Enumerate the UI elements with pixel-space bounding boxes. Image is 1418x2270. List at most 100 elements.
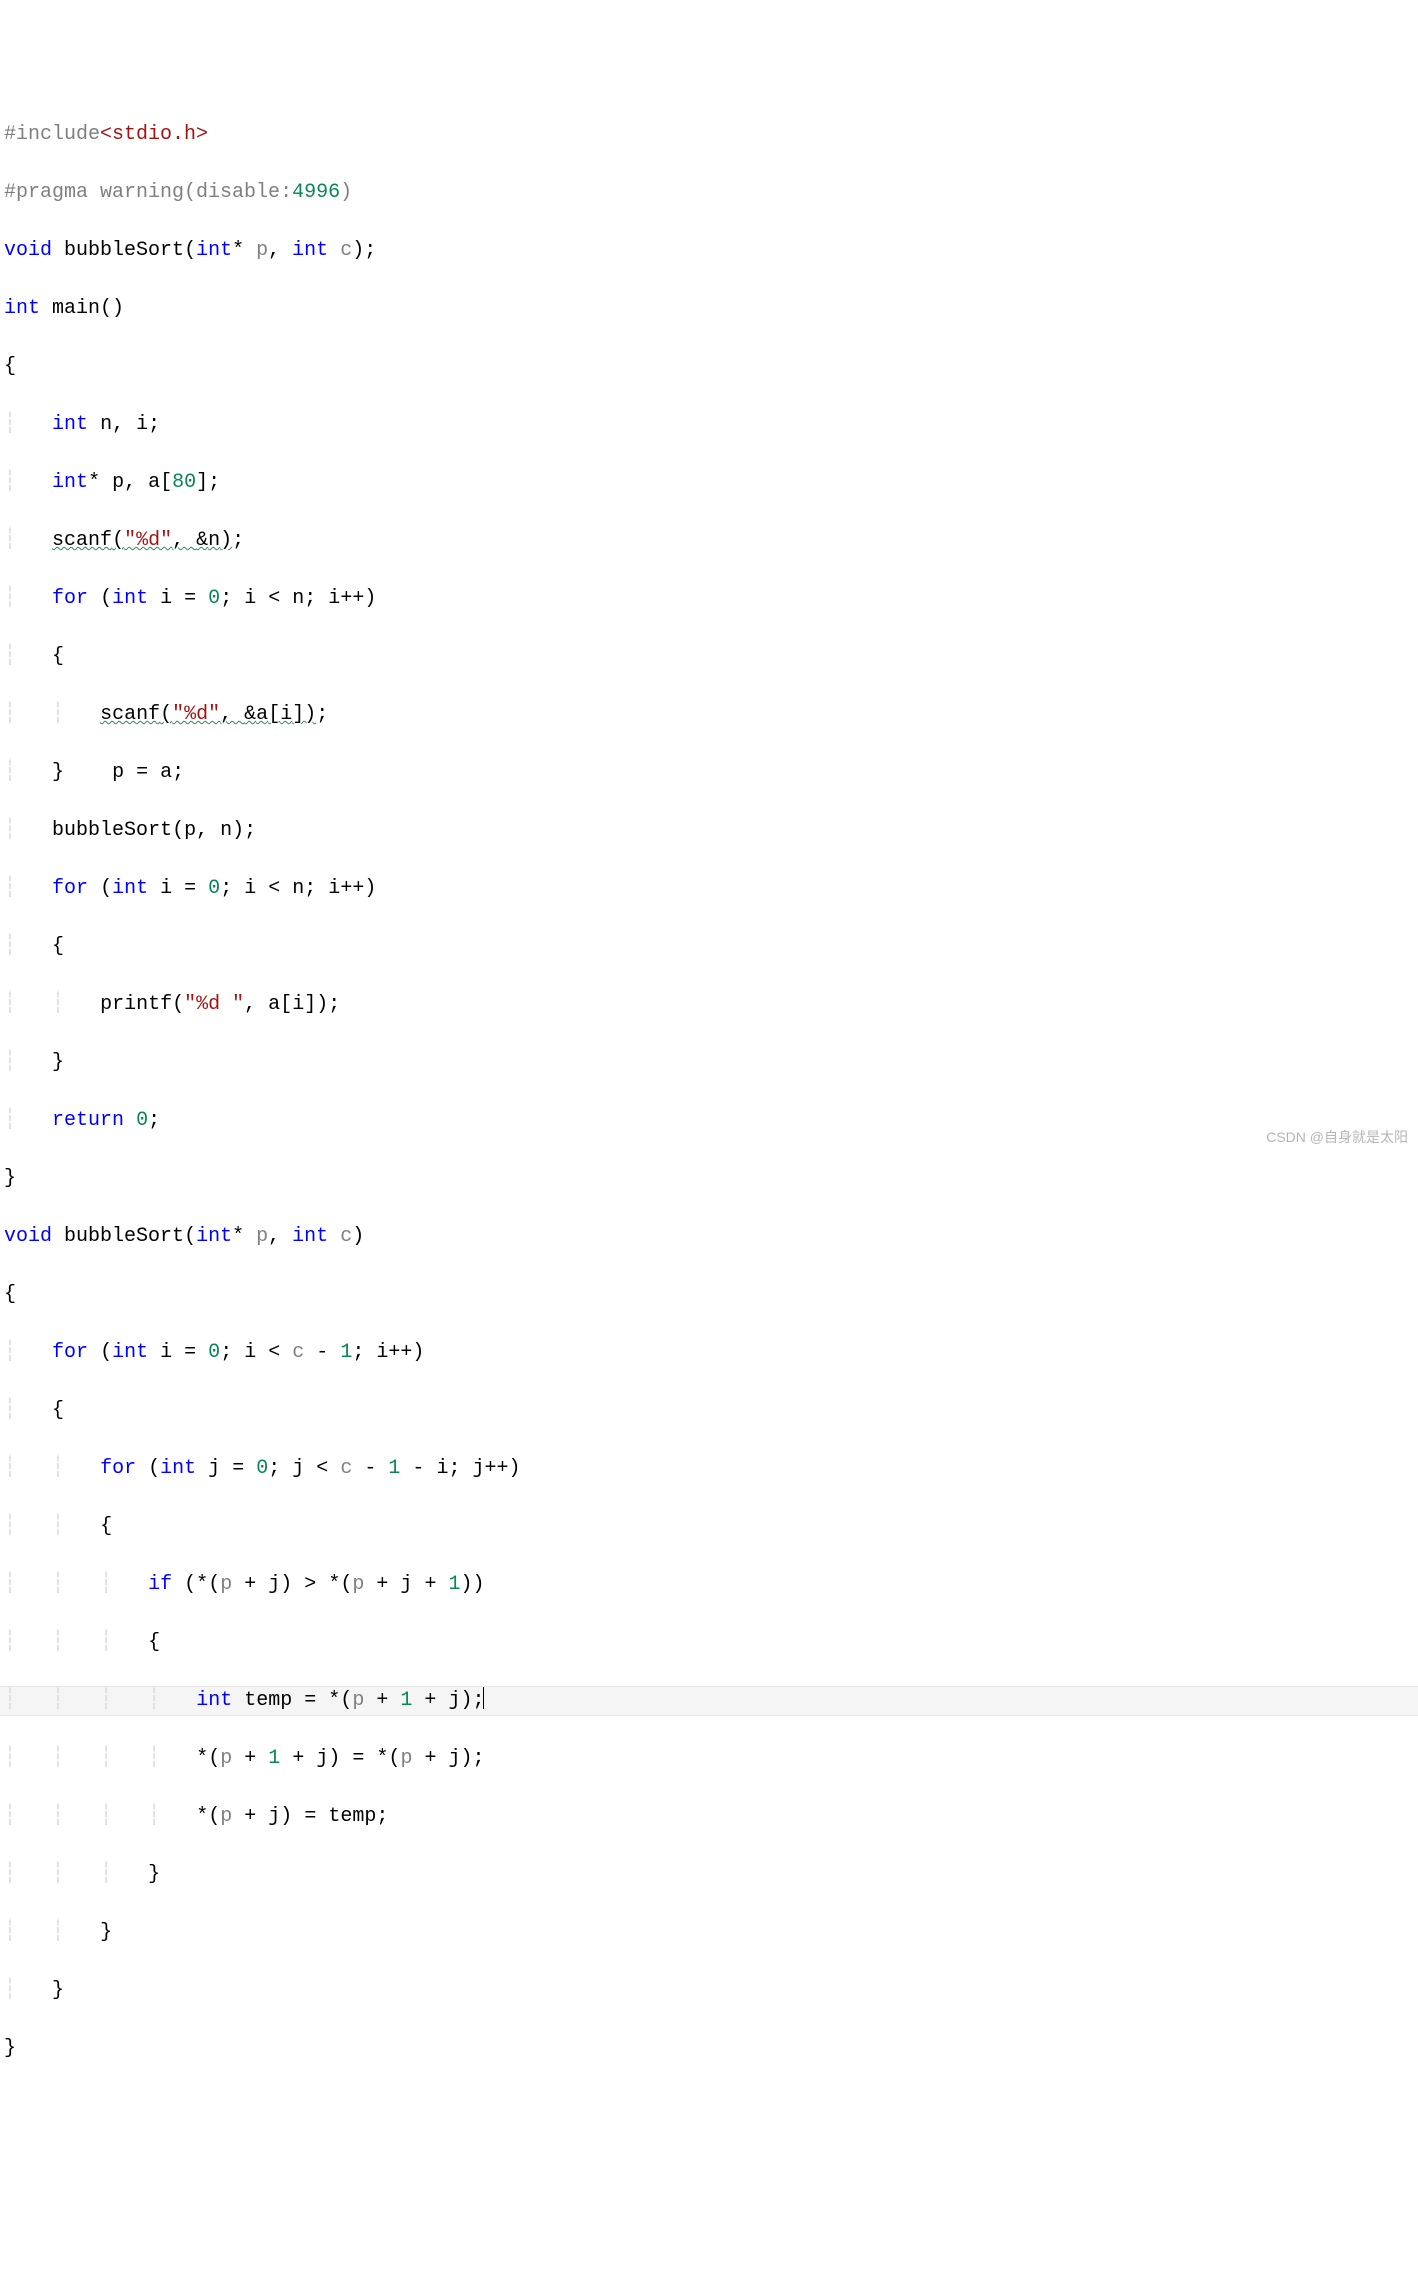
- keyword-if: if: [148, 1573, 172, 1596]
- code-line: ┆ int* p, a[80];: [0, 468, 1418, 497]
- var-n: n: [208, 529, 220, 552]
- code-line: ┆ for (int i = 0; i < n; i++): [0, 584, 1418, 613]
- op-plus: +: [292, 1747, 304, 1770]
- keyword-for: for: [52, 1341, 88, 1364]
- lbrace: {: [52, 935, 64, 958]
- param-c: c: [340, 239, 352, 262]
- op-plus: +: [424, 1747, 436, 1770]
- comma: ,: [268, 239, 292, 262]
- op-minus: -: [364, 1457, 376, 1480]
- var-n: n: [292, 587, 304, 610]
- deref-star: *: [196, 1573, 208, 1596]
- number-literal: 1: [388, 1457, 400, 1480]
- var-i: i: [328, 587, 340, 610]
- keyword-int: int: [4, 297, 40, 320]
- function-main: main: [52, 297, 100, 320]
- var-p: p: [112, 761, 124, 784]
- string-literal: "%d": [172, 703, 220, 726]
- pragma-disable: disable: [196, 181, 280, 204]
- var-j: j: [292, 1457, 304, 1480]
- rbrace: }: [52, 1979, 64, 2002]
- number-literal: 0: [208, 877, 220, 900]
- code-line: }: [0, 1164, 1418, 1193]
- code-line: ┆ return 0;: [0, 1106, 1418, 1135]
- op-eq: =: [184, 1341, 196, 1364]
- op-eq: =: [136, 761, 148, 784]
- var-i: i: [244, 1341, 256, 1364]
- keyword-int: int: [196, 239, 232, 262]
- printf-call: printf: [100, 993, 172, 1016]
- number-literal: 4996: [292, 181, 340, 204]
- keyword-int: int: [196, 1225, 232, 1248]
- param-c: c: [340, 1457, 352, 1480]
- var-i: i: [292, 993, 304, 1016]
- code-line: ┆ int n, i;: [0, 410, 1418, 439]
- pointer-star: *: [88, 471, 100, 494]
- param-p: p: [400, 1747, 412, 1770]
- var-i: i: [160, 587, 172, 610]
- keyword-for: for: [100, 1457, 136, 1480]
- comma: ,: [196, 819, 220, 842]
- op-plus: +: [424, 1573, 436, 1596]
- code-line: ┆ ┆ scanf("%d", &a[i]);: [0, 700, 1418, 729]
- rbrace: }: [148, 1863, 160, 1886]
- op-eq: =: [232, 1457, 244, 1480]
- code-line: ┆ ┆ for (int j = 0; j < c - 1 - i; j++): [0, 1454, 1418, 1483]
- var-n: n: [220, 819, 232, 842]
- deref-star: *: [196, 1805, 208, 1828]
- op-minus: -: [412, 1457, 424, 1480]
- param-p: p: [256, 1225, 268, 1248]
- scanf-call: scanf("%d", &a[i]): [100, 703, 316, 726]
- rbrace: }: [100, 1921, 112, 1944]
- param-c: c: [340, 1225, 352, 1248]
- var-j: j: [316, 1747, 328, 1770]
- param-p: p: [220, 1747, 232, 1770]
- comma: ,: [268, 1225, 292, 1248]
- code-line: ┆ }: [0, 1976, 1418, 2005]
- comma: ,: [244, 993, 268, 1016]
- param-p: p: [352, 1689, 364, 1712]
- var-a: a: [268, 993, 280, 1016]
- var-temp: temp: [244, 1689, 292, 1712]
- keyword-return: return: [52, 1109, 124, 1132]
- var-j: j: [448, 1689, 460, 1712]
- deref-star: *: [328, 1573, 340, 1596]
- scanf-call: scanf("%d", &n): [52, 529, 232, 552]
- rbrace: }: [52, 761, 64, 784]
- number-literal: 80: [172, 471, 196, 494]
- pointer-star: *: [232, 239, 244, 262]
- code-line: ┆ ┆ printf("%d ", a[i]);: [0, 990, 1418, 1019]
- comma: ,: [112, 413, 136, 436]
- deref-star: *: [196, 1747, 208, 1770]
- op-lt: <: [268, 587, 280, 610]
- code-line: ┆ ┆ ┆ {: [0, 1628, 1418, 1657]
- keyword-for: for: [52, 587, 88, 610]
- deref-star: *: [328, 1689, 340, 1712]
- string-literal: "%d ": [184, 993, 244, 1016]
- op-eq: =: [304, 1689, 316, 1712]
- var-a: a: [148, 471, 160, 494]
- var-j: j: [400, 1573, 412, 1596]
- number-literal: 0: [208, 587, 220, 610]
- rbrace: }: [4, 1167, 16, 1190]
- code-line: ┆ for (int i = 0; i < c - 1; i++): [0, 1338, 1418, 1367]
- op-plus: +: [376, 1689, 388, 1712]
- lbrace: {: [52, 1399, 64, 1422]
- var-i: i: [136, 413, 148, 436]
- colon: :: [280, 181, 292, 204]
- op-eq: =: [304, 1805, 316, 1828]
- op-plus: +: [244, 1573, 256, 1596]
- code-line: ┆ for (int i = 0; i < n; i++): [0, 874, 1418, 903]
- ampersand: &: [244, 703, 256, 726]
- number-literal: 1: [340, 1341, 352, 1364]
- text-cursor: [483, 1687, 484, 1709]
- ampersand: &: [196, 529, 208, 552]
- var-j: j: [268, 1573, 280, 1596]
- preprocessor: #include: [4, 123, 100, 146]
- param-p: p: [220, 1573, 232, 1596]
- keyword-int: int: [292, 239, 328, 262]
- lbrace: {: [148, 1631, 160, 1654]
- code-line: #include<stdio.h>: [0, 120, 1418, 149]
- op-inc: ++: [388, 1341, 412, 1364]
- code-line: ┆ } p = a;: [0, 758, 1418, 787]
